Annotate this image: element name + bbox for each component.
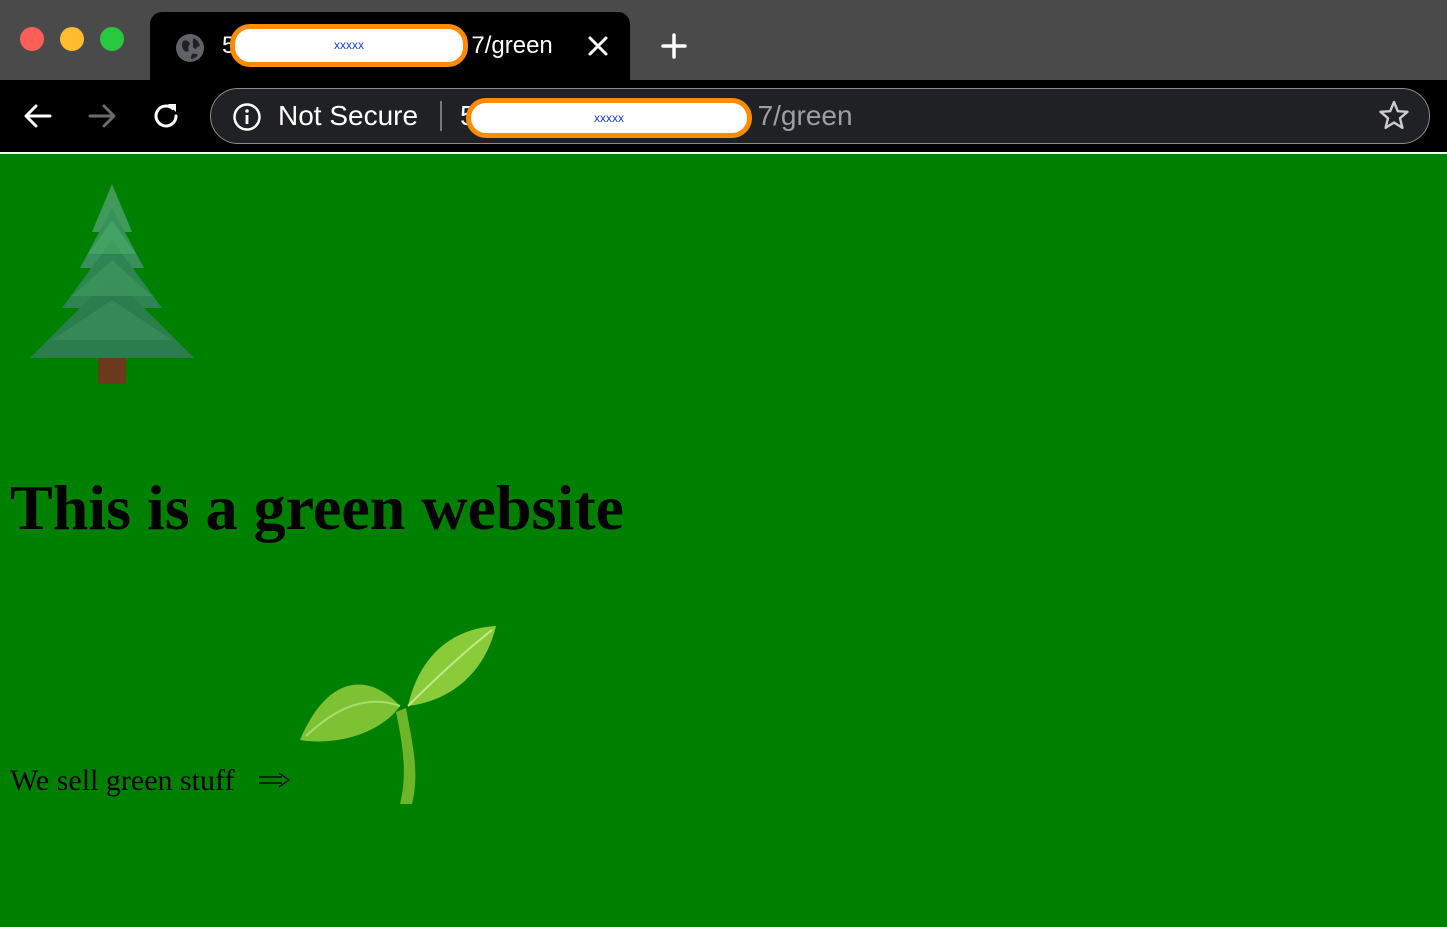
window-maximize-button[interactable] <box>100 27 124 51</box>
long-right-arrow-icon <box>259 772 290 788</box>
redacted-url: xxxxx <box>466 98 752 138</box>
toolbar-divider <box>0 152 1447 154</box>
address-bar-divider <box>440 101 442 131</box>
tagline-text: We sell green stuff <box>10 764 235 797</box>
reload-icon[interactable] <box>148 98 184 134</box>
back-arrow-icon[interactable] <box>20 98 56 134</box>
security-label[interactable]: Not Secure <box>278 99 418 133</box>
evergreen-tree-image <box>30 184 194 384</box>
globe-icon <box>176 34 204 62</box>
plus-icon[interactable] <box>658 30 690 62</box>
window-minimize-button[interactable] <box>60 27 84 51</box>
forward-arrow-icon[interactable] <box>84 98 120 134</box>
close-icon[interactable] <box>584 32 612 60</box>
page-heading: This is a green website <box>10 472 624 543</box>
star-icon[interactable] <box>1376 98 1412 134</box>
redacted-tab-title: xxxxx <box>230 24 468 67</box>
seedling-image <box>300 626 496 804</box>
window-close-button[interactable] <box>20 27 44 51</box>
info-icon[interactable] <box>232 102 262 132</box>
